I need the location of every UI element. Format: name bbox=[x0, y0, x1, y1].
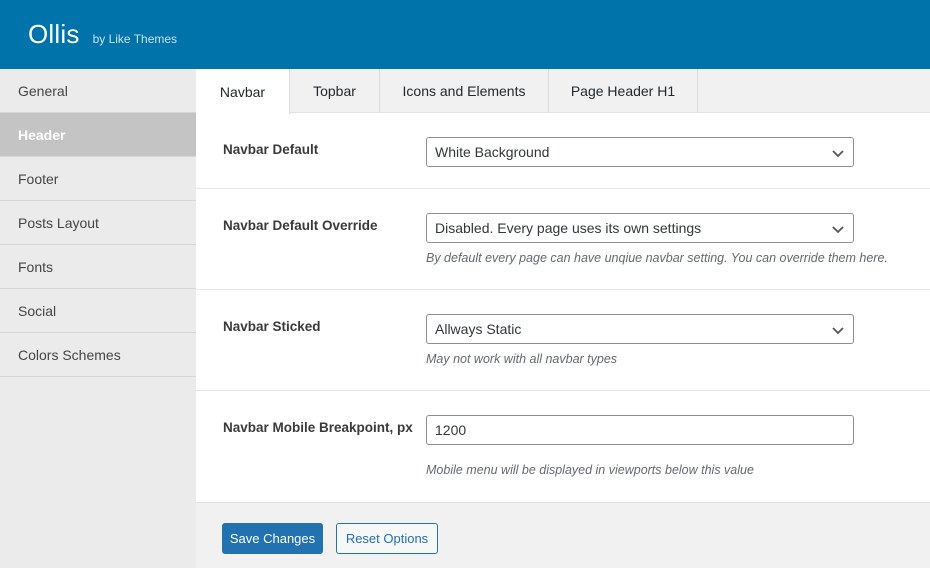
tab-bar: Navbar Topbar Icons and Elements Page He… bbox=[196, 69, 930, 114]
field-description: May not work with all navbar types bbox=[426, 352, 618, 366]
app-subtitle: by Like Themes bbox=[92, 32, 178, 46]
navbar-breakpoint-input[interactable] bbox=[426, 415, 854, 445]
field-label: Navbar Mobile Breakpoint, px bbox=[223, 420, 413, 435]
tab-topbar[interactable]: Topbar bbox=[290, 69, 380, 113]
field-description: By default every page can have unqiue na… bbox=[426, 251, 888, 265]
setting-row-navbar-sticked: Navbar Sticked Allways Static May not wo… bbox=[196, 290, 930, 391]
app-title: Ollis bbox=[28, 19, 80, 49]
select-value: Allways Static bbox=[435, 321, 522, 337]
chevron-down-icon bbox=[832, 327, 844, 335]
setting-row-navbar-mobile-breakpoint: Navbar Mobile Breakpoint, px Mobile menu… bbox=[196, 391, 930, 502]
field-label: Navbar Default bbox=[223, 142, 319, 157]
tab-page-header-h1[interactable]: Page Header H1 bbox=[549, 69, 698, 113]
sidebar-item-social[interactable]: Social bbox=[0, 289, 196, 333]
tab-navbar[interactable]: Navbar bbox=[196, 69, 290, 114]
app-header: Ollis by Like Themes bbox=[0, 0, 930, 69]
tab-icons-and-elements[interactable]: Icons and Elements bbox=[380, 69, 549, 113]
navbar-override-select[interactable]: Disabled. Every page uses its own settin… bbox=[426, 213, 854, 243]
select-value: Disabled. Every page uses its own settin… bbox=[435, 220, 702, 236]
reset-options-button[interactable]: Reset Options bbox=[336, 523, 438, 554]
save-changes-button[interactable]: Save Changes bbox=[222, 523, 323, 554]
sidebar-item-posts-layout[interactable]: Posts Layout bbox=[0, 201, 196, 245]
settings-panel: Navbar Topbar Icons and Elements Page He… bbox=[196, 69, 930, 568]
sidebar-item-fonts[interactable]: Fonts bbox=[0, 245, 196, 289]
navbar-default-select[interactable]: White Background bbox=[426, 137, 854, 167]
setting-row-navbar-default-override: Navbar Default Override Disabled. Every … bbox=[196, 189, 930, 290]
chevron-down-icon bbox=[832, 226, 844, 234]
navbar-sticked-select[interactable]: Allways Static bbox=[426, 314, 854, 344]
action-bar: Save Changes Reset Options bbox=[196, 502, 930, 568]
sidebar-item-general[interactable]: General bbox=[0, 69, 196, 113]
sidebar-item-colors-schemes[interactable]: Colors Schemes bbox=[0, 333, 196, 377]
select-value: White Background bbox=[435, 144, 550, 160]
setting-row-navbar-default: Navbar Default White Background bbox=[196, 113, 930, 189]
chevron-down-icon bbox=[832, 150, 844, 158]
field-description: Mobile menu will be displayed in viewpor… bbox=[426, 463, 754, 477]
field-label: Navbar Default Override bbox=[223, 218, 378, 233]
sidebar-item-footer[interactable]: Footer bbox=[0, 157, 196, 201]
sidebar-item-header[interactable]: Header bbox=[0, 113, 196, 157]
sidebar: General Header Footer Posts Layout Fonts… bbox=[0, 69, 196, 568]
field-label: Navbar Sticked bbox=[223, 319, 321, 334]
